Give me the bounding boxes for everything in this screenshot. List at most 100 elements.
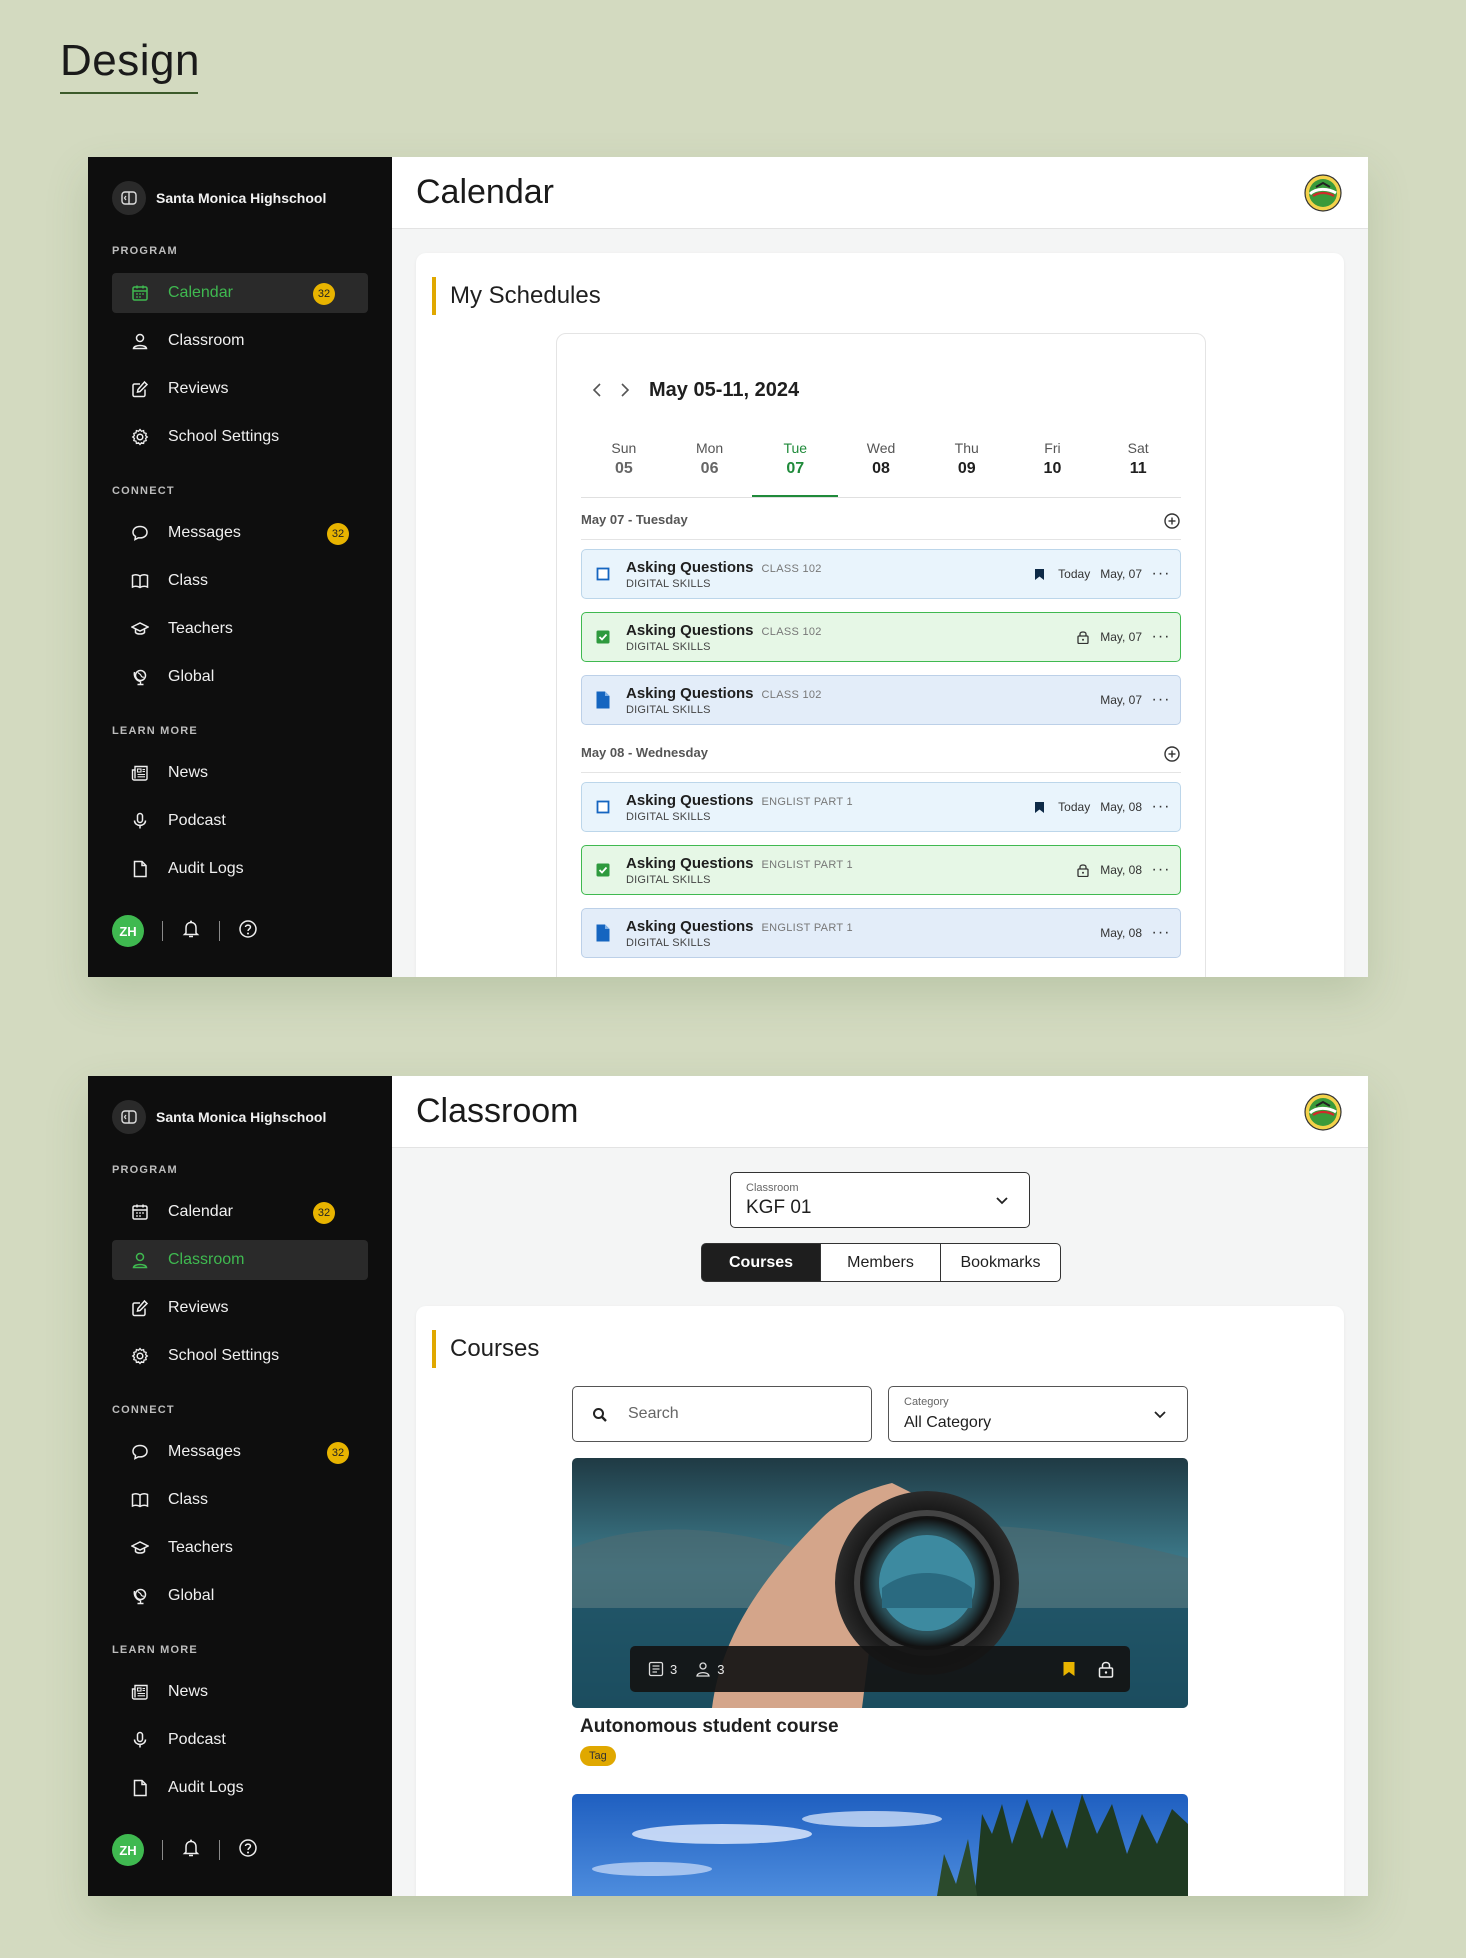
bookmark-icon[interactable] xyxy=(1032,800,1046,814)
sidebar-item-audit-logs[interactable]: Audit Logs xyxy=(112,849,368,889)
help-icon[interactable] xyxy=(238,919,258,944)
search-input[interactable]: Search xyxy=(572,1386,872,1442)
microphone-icon xyxy=(130,1730,150,1750)
course-meta-bar: 3 3 xyxy=(630,1646,1130,1692)
book-icon xyxy=(130,1490,150,1510)
day-tab-sun[interactable]: Sun 05 xyxy=(581,438,667,497)
sidebar-item-global[interactable]: Global xyxy=(112,657,368,697)
event-class: CLASS 102 xyxy=(761,625,822,638)
sidebar-item-school-settings[interactable]: School Settings xyxy=(112,1336,368,1376)
event-class: ENGLIST PART 1 xyxy=(761,858,853,871)
lock-icon[interactable] xyxy=(1098,1660,1114,1678)
sidebar-item-school-settings[interactable]: School Settings xyxy=(112,417,368,457)
notification-bell-icon[interactable] xyxy=(181,1838,201,1863)
more-options-icon[interactable]: ··· xyxy=(1142,861,1180,879)
sidebar-item-label: Reviews xyxy=(168,1299,229,1316)
sidebar-item-audit-logs[interactable]: Audit Logs xyxy=(112,1768,368,1808)
notification-bell-icon[interactable] xyxy=(181,919,201,944)
search-placeholder: Search xyxy=(628,1405,679,1422)
chevron-right-icon[interactable] xyxy=(611,378,639,402)
sidebar-item-label: Calendar xyxy=(168,284,233,301)
schedule-event[interactable]: Asking Questions ENGLIST PART 1 DIGITAL S… xyxy=(581,908,1181,958)
sidebar-item-calendar[interactable]: Calendar 32 xyxy=(112,273,368,313)
sidebar-item-news[interactable]: News xyxy=(112,1672,368,1712)
tab-members[interactable]: Members xyxy=(821,1243,941,1282)
search-icon xyxy=(593,1408,607,1422)
lock-icon[interactable] xyxy=(1076,863,1090,877)
checkbox-checked-icon[interactable] xyxy=(594,628,612,646)
sidebar-item-class[interactable]: Class xyxy=(112,1480,368,1520)
day-tab-fri[interactable]: Fri 10 xyxy=(1010,438,1096,497)
sidebar-item-classroom[interactable]: Classroom xyxy=(112,1240,368,1280)
classroom-select-value: KGF 01 xyxy=(746,1197,812,1218)
more-options-icon[interactable]: ··· xyxy=(1142,924,1180,942)
user-avatar[interactable]: ZH xyxy=(112,1834,144,1866)
school-crest-icon[interactable] xyxy=(1304,1093,1342,1131)
classroom-select[interactable]: Classroom KGF 01 xyxy=(730,1172,1030,1228)
course-cover-image[interactable]: 3 3 xyxy=(572,1458,1188,1708)
schedule-event[interactable]: Asking Questions CLASS 102 DIGITAL SKILLS… xyxy=(581,675,1181,725)
course-cover-image[interactable] xyxy=(572,1794,1188,1896)
sidebar-item-reviews[interactable]: Reviews xyxy=(112,1288,368,1328)
page-title: Classroom xyxy=(416,1092,579,1130)
day-tab-wed[interactable]: Wed 08 xyxy=(838,438,924,497)
more-options-icon[interactable]: ··· xyxy=(1142,628,1180,646)
school-crest-icon[interactable] xyxy=(1304,174,1342,212)
section-program: PROGRAM xyxy=(112,1164,178,1176)
lock-icon[interactable] xyxy=(1076,630,1090,644)
day-tab-tue[interactable]: Tue 07 xyxy=(752,438,839,497)
sidebar-footer: ZH xyxy=(112,1834,258,1866)
section-connect: CONNECT xyxy=(112,485,175,497)
sidebar-item-messages[interactable]: Messages 32 xyxy=(112,513,368,553)
user-icon xyxy=(130,331,150,351)
sidebar-item-reviews[interactable]: Reviews xyxy=(112,369,368,409)
chevron-left-icon[interactable] xyxy=(583,378,611,402)
brand[interactable]: Santa Monica Highschool xyxy=(112,181,326,215)
sidebar-item-news[interactable]: News xyxy=(112,753,368,793)
day-tab-sat[interactable]: Sat 11 xyxy=(1095,438,1181,497)
add-circle-icon[interactable] xyxy=(1163,512,1181,530)
brand[interactable]: Santa Monica Highschool xyxy=(112,1100,326,1134)
more-options-icon[interactable]: ··· xyxy=(1142,798,1180,816)
sidebar-item-teachers[interactable]: Teachers xyxy=(112,609,368,649)
checkbox-empty-icon[interactable] xyxy=(594,565,612,583)
schedule-event[interactable]: Asking Questions CLASS 102 DIGITAL SKILLS… xyxy=(581,549,1181,599)
user-avatar[interactable]: ZH xyxy=(112,915,144,947)
help-icon[interactable] xyxy=(238,1838,258,1863)
tab-bookmarks[interactable]: Bookmarks xyxy=(941,1243,1061,1282)
event-class: CLASS 102 xyxy=(761,562,822,575)
tab-courses[interactable]: Courses xyxy=(701,1243,821,1282)
day-name: Tue xyxy=(783,440,808,456)
section-connect: CONNECT xyxy=(112,1404,175,1416)
document-icon xyxy=(594,691,612,709)
lessons-count: 3 xyxy=(648,1661,677,1677)
sidebar-item-podcast[interactable]: Podcast xyxy=(112,801,368,841)
bookmark-icon[interactable] xyxy=(1062,1661,1076,1677)
sidebar-item-podcast[interactable]: Podcast xyxy=(112,1720,368,1760)
add-circle-icon[interactable] xyxy=(1163,745,1181,763)
sidebar-item-label: Podcast xyxy=(168,1731,226,1748)
checkbox-checked-icon[interactable] xyxy=(594,861,612,879)
sidebar: Santa Monica Highschool PROGRAM Calendar… xyxy=(88,157,392,977)
day-tab-thu[interactable]: Thu 09 xyxy=(924,438,1010,497)
sidebar-item-messages[interactable]: Messages 32 xyxy=(112,1432,368,1472)
day-tabs: Sun 05 Mon 06 Tue 07 Wed 08 Thu 09 Fri 10 Sat 1… xyxy=(581,438,1181,498)
bookmark-icon[interactable] xyxy=(1032,567,1046,581)
sidebar-item-calendar[interactable]: Calendar 32 xyxy=(112,1192,368,1232)
sidebar-item-classroom[interactable]: Classroom xyxy=(112,321,368,361)
course-title[interactable]: Autonomous student course xyxy=(580,1716,839,1738)
checkbox-empty-icon[interactable] xyxy=(594,798,612,816)
sidebar-item-teachers[interactable]: Teachers xyxy=(112,1528,368,1568)
more-options-icon[interactable]: ··· xyxy=(1142,565,1180,583)
schedule-event[interactable]: Asking Questions ENGLIST PART 1 DIGITAL S… xyxy=(581,845,1181,895)
user-icon xyxy=(130,1250,150,1270)
day-tab-mon[interactable]: Mon 06 xyxy=(667,438,753,497)
category-select[interactable]: Category All Category xyxy=(888,1386,1188,1442)
week-range: May 05-11, 2024 xyxy=(649,378,800,401)
sidebar-item-class[interactable]: Class xyxy=(112,561,368,601)
messages-badge: 32 xyxy=(327,1442,349,1464)
schedule-event[interactable]: Asking Questions ENGLIST PART 1 DIGITAL S… xyxy=(581,782,1181,832)
schedule-event[interactable]: Asking Questions CLASS 102 DIGITAL SKILLS… xyxy=(581,612,1181,662)
sidebar-item-global[interactable]: Global xyxy=(112,1576,368,1616)
more-options-icon[interactable]: ··· xyxy=(1142,691,1180,709)
